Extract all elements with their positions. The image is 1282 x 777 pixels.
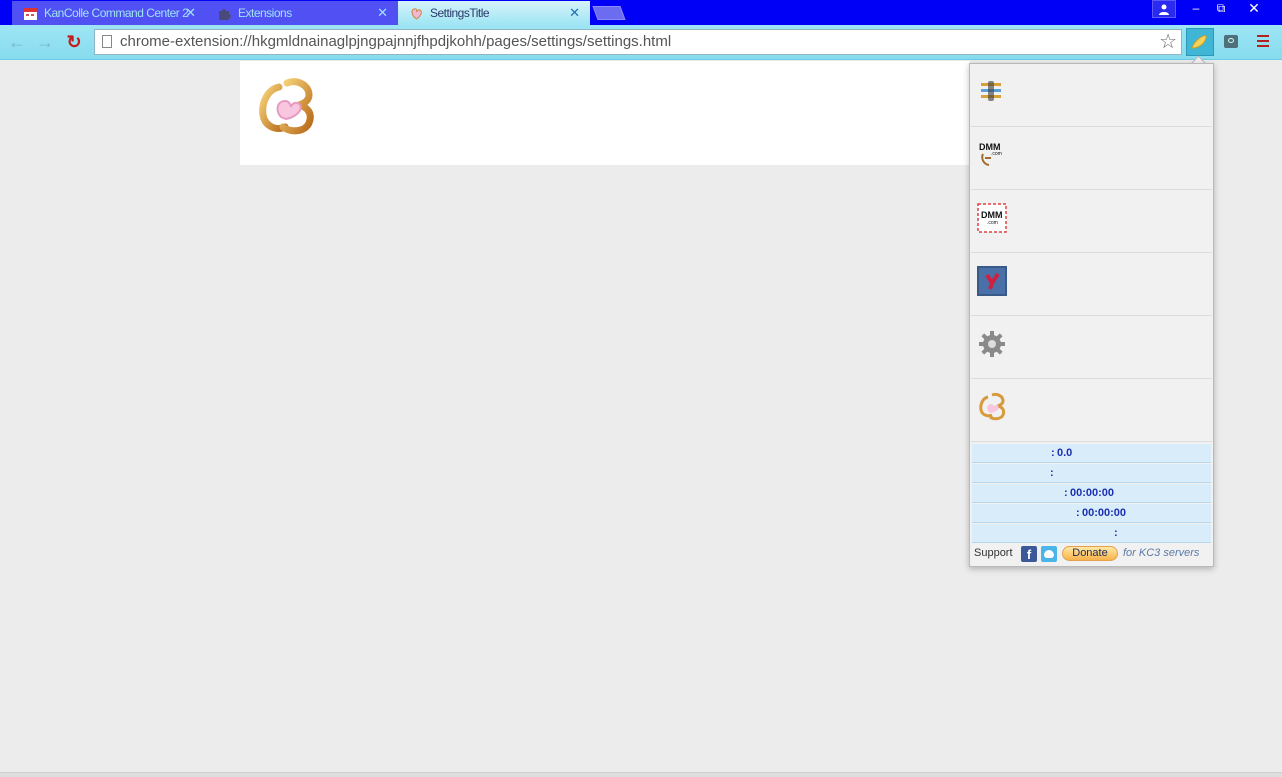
stat-value: 0.0 bbox=[1057, 447, 1073, 459]
arrow-left-icon: ← bbox=[8, 32, 26, 52]
kc3-extension-icon bbox=[1191, 35, 1207, 49]
stat-value: 00:00:00 bbox=[1082, 507, 1127, 519]
bookmark-star-icon[interactable]: ☆ bbox=[1159, 31, 1177, 53]
popup-item-strategy-room[interactable] bbox=[971, 65, 1212, 127]
puzzle-icon bbox=[219, 9, 231, 20]
settings-header-panel bbox=[240, 61, 970, 165]
tab-close-icon[interactable]: ✕ bbox=[569, 1, 580, 25]
minimize-button[interactable]: ‒ bbox=[1183, 0, 1209, 18]
minimize-icon: ‒ bbox=[1192, 1, 1200, 15]
close-window-button[interactable]: ✕ bbox=[1240, 0, 1268, 18]
arrow-right-icon: → bbox=[36, 32, 54, 52]
stat-row: : 00:00:00 bbox=[972, 484, 1211, 503]
twitter-icon[interactable] bbox=[1041, 546, 1057, 562]
close-icon: ✕ bbox=[1248, 0, 1260, 16]
tab-close-icon[interactable]: ✕ bbox=[185, 1, 196, 25]
forward-button[interactable]: → bbox=[35, 32, 55, 52]
chrome-menu-icon[interactable] bbox=[1257, 35, 1269, 50]
popup-item-dmm-frame[interactable]: DMM .com bbox=[971, 191, 1212, 253]
popup-item-dmm-play[interactable]: DMM .com bbox=[971, 128, 1212, 190]
stat-label: : bbox=[1050, 467, 1054, 479]
svg-text:.com: .com bbox=[991, 151, 1002, 157]
address-bar[interactable]: chrome-extension://hkgmldnainaglpjngpajn… bbox=[94, 29, 1182, 55]
popup-item-settings[interactable] bbox=[971, 317, 1212, 379]
tab-label: KanColle Command Center 2 bbox=[44, 6, 189, 20]
stat-label: : bbox=[1076, 507, 1080, 519]
dmm-frame-icon: DMM .com bbox=[977, 203, 1007, 233]
restore-icon: ⧉ bbox=[1216, 1, 1226, 15]
tab-extensions[interactable]: Extensions ✕ bbox=[206, 1, 398, 25]
tab-close-icon[interactable]: ✕ bbox=[377, 1, 388, 25]
kc3-extension-button[interactable] bbox=[1186, 28, 1214, 56]
page-icon bbox=[102, 35, 112, 48]
popup-item-database[interactable] bbox=[971, 254, 1212, 316]
back-button[interactable]: ← bbox=[7, 32, 27, 52]
dmm-play-icon: DMM .com bbox=[979, 142, 1002, 166]
popup-footer: Support f Donate for KC3 servers bbox=[973, 545, 1211, 563]
stat-label: : bbox=[1064, 487, 1068, 499]
new-tab-button[interactable] bbox=[592, 6, 626, 20]
extension-icon[interactable] bbox=[1224, 35, 1238, 48]
tab-kancolle-command-center[interactable]: KanColle Command Center 2 ✕ bbox=[12, 1, 206, 25]
reload-icon: ↻ bbox=[66, 32, 82, 52]
svg-text:DMM: DMM bbox=[981, 210, 1003, 220]
stat-label: : bbox=[1114, 527, 1118, 539]
stat-value: 00:00:00 bbox=[1070, 487, 1115, 499]
kancolle-db-icon bbox=[977, 266, 1007, 296]
svg-text:.com: .com bbox=[987, 220, 998, 226]
gear-icon bbox=[979, 331, 1005, 357]
tab-label: SettingsTitle bbox=[430, 6, 490, 20]
kc3-logo-icon bbox=[411, 8, 422, 20]
donate-note: for KC3 servers bbox=[1123, 547, 1200, 559]
tab-label: Extensions bbox=[238, 6, 292, 20]
stat-row: : 00:00:00 bbox=[972, 504, 1211, 523]
reload-button[interactable]: ↻ bbox=[64, 32, 84, 52]
status-bar-edge bbox=[0, 772, 1282, 777]
kc3-logo bbox=[259, 78, 314, 135]
donate-button[interactable]: Donate bbox=[1062, 546, 1118, 561]
facebook-icon[interactable]: f bbox=[1021, 546, 1037, 562]
kc3-logo-icon bbox=[979, 392, 1006, 421]
kc3-calendar-icon bbox=[24, 8, 37, 20]
stat-row: : 0.0 bbox=[972, 444, 1211, 463]
profile-button[interactable] bbox=[1152, 0, 1176, 18]
stat-label: : bbox=[1051, 447, 1055, 459]
address-url[interactable]: chrome-extension://hkgmldnainaglpjngpajn… bbox=[120, 30, 671, 54]
tab-settings[interactable]: SettingsTitle ✕ bbox=[398, 1, 590, 25]
person-icon bbox=[1159, 4, 1169, 15]
support-label: Support bbox=[974, 547, 1013, 559]
kc3-popup-menu: DMM .com DMM .com: 0.0:: 00:00:00: 0… bbox=[969, 63, 1214, 567]
restore-button[interactable]: ⧉ bbox=[1208, 0, 1234, 18]
stat-row: : bbox=[972, 524, 1211, 543]
strategy-room-icon bbox=[981, 81, 1001, 101]
tab-strip: KanColle Command Center 2 ✕ Extensions ✕… bbox=[0, 0, 1282, 25]
stat-row: : bbox=[972, 464, 1211, 483]
browser-toolbar: ← → ↻ chrome-extension://hkgmldnainaglpj… bbox=[0, 25, 1282, 60]
popup-item-about[interactable] bbox=[971, 380, 1212, 442]
